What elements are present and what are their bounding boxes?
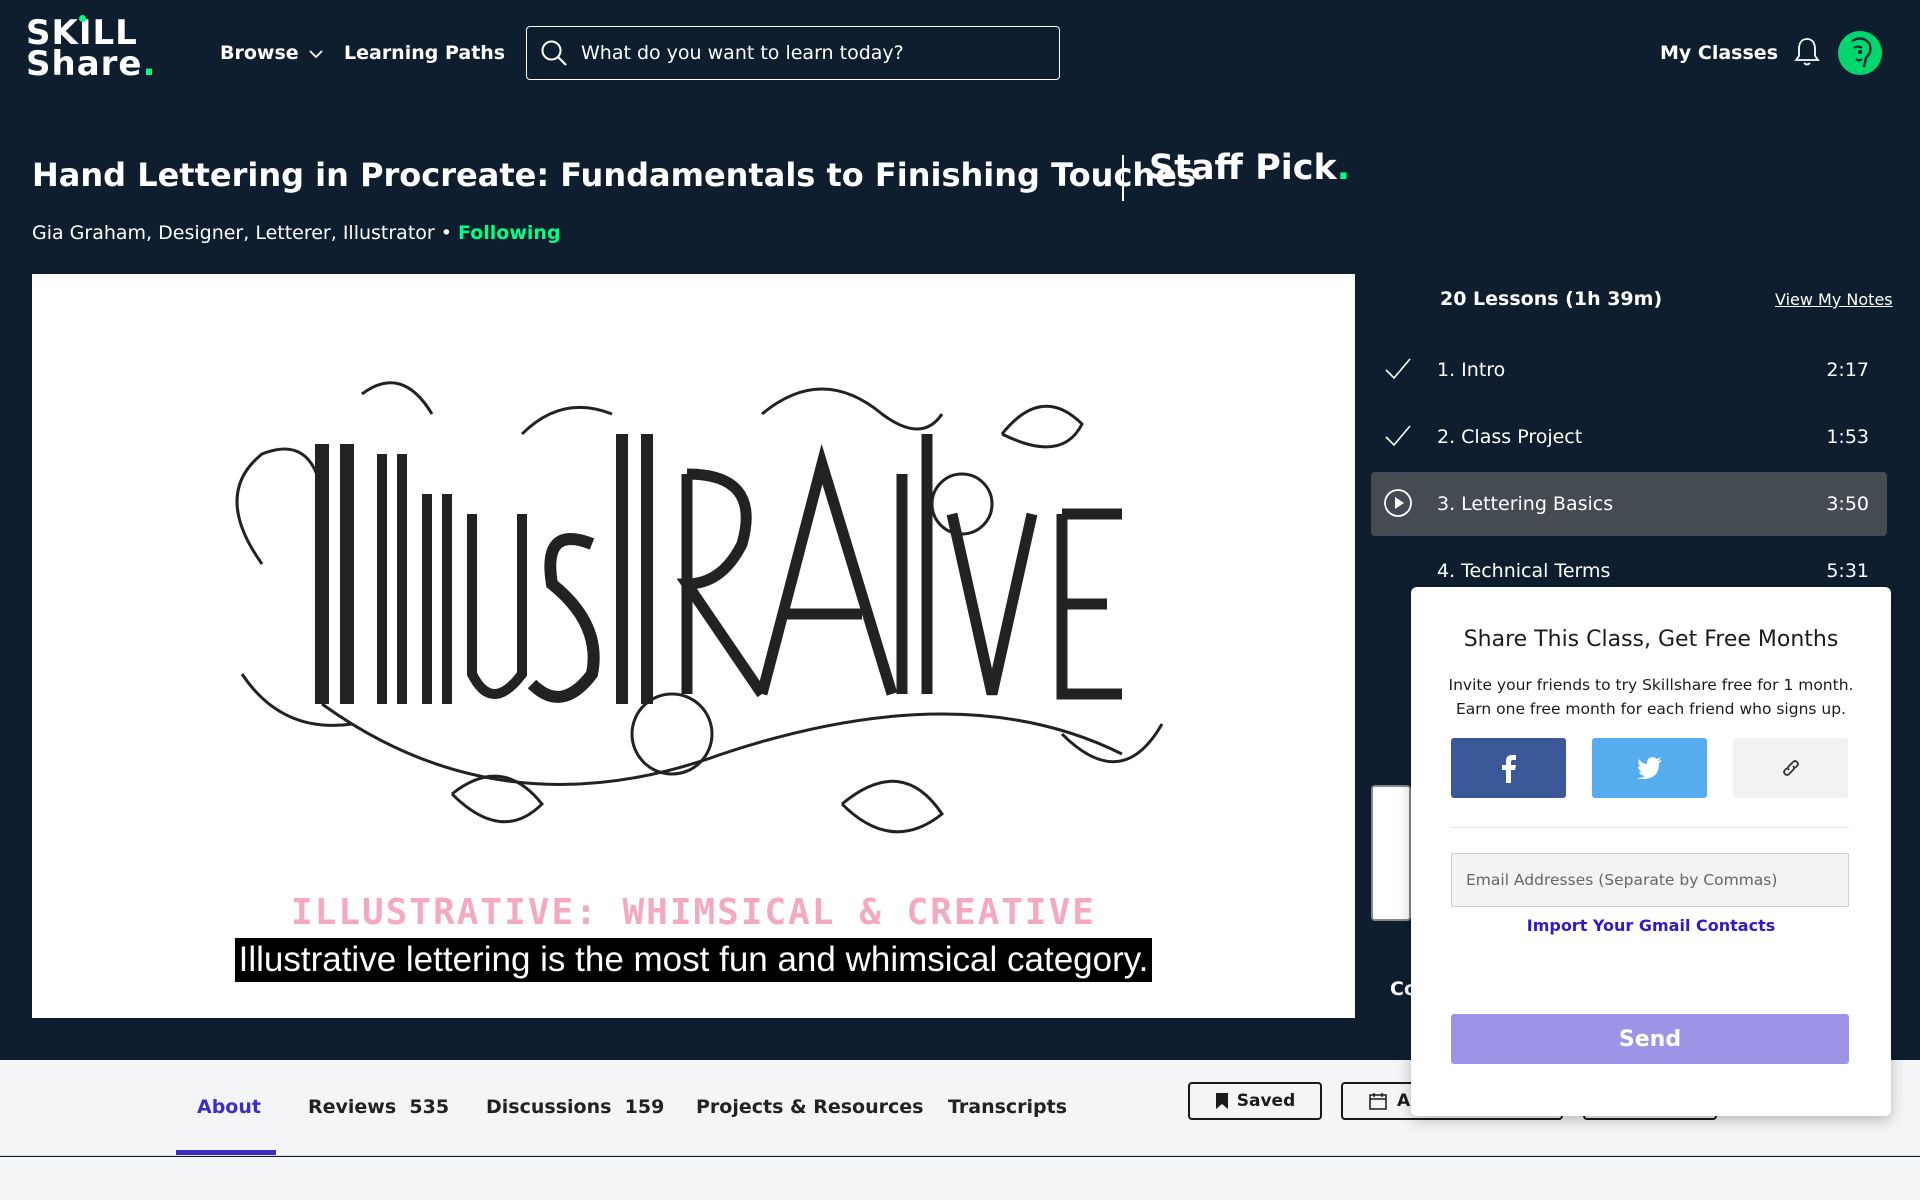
search-bar[interactable]	[526, 26, 1060, 80]
tab-transcripts[interactable]: Transcripts	[948, 1096, 1067, 1118]
my-classes-link[interactable]: My Classes	[1660, 42, 1778, 64]
lesson-duration: 1:53	[1826, 426, 1869, 448]
checkmark-icon	[1385, 425, 1411, 447]
tab-projects-resources[interactable]: Projects & Resources	[696, 1096, 923, 1118]
share-popup-description: Invite your friends to try Skillshare fr…	[1431, 673, 1871, 721]
user-avatar[interactable]	[1838, 31, 1882, 75]
page-content-area	[0, 1157, 1920, 1200]
caption-container: Illustrative lettering is the most fun a…	[32, 938, 1355, 982]
lesson-title: 2. Class Project	[1437, 426, 1583, 448]
discussions-count: 159	[624, 1096, 665, 1118]
share-desc-line-2: Earn one free month for each friend who …	[1456, 700, 1846, 718]
illustrative-lettering-artwork	[235, 381, 1164, 834]
lesson-title: 1. Intro	[1437, 359, 1506, 381]
view-my-notes-link[interactable]: View My Notes	[1775, 290, 1893, 309]
facebook-icon	[1501, 755, 1516, 783]
browse-menu[interactable]: Browse	[220, 42, 323, 64]
video-player[interactable]: ILLUSTRATIVE: WHIMSICAL & CREATIVE Illus…	[32, 274, 1355, 1018]
reviews-count: 535	[409, 1096, 450, 1118]
logo-line-2: Share.	[26, 47, 156, 81]
saved-label: Saved	[1236, 1091, 1296, 1111]
play-circle-icon	[1384, 489, 1412, 517]
lesson-item-lettering-basics[interactable]: 3. Lettering Basics 3:50	[1371, 472, 1887, 536]
logo-accent-dot	[79, 15, 86, 22]
staff-pick-badge: Staff Pick.	[1149, 148, 1350, 188]
tab-discussions-label: Discussions	[486, 1096, 612, 1118]
following-toggle[interactable]: Following	[458, 222, 561, 244]
title-divider	[1122, 155, 1124, 201]
bookmark-icon	[1215, 1093, 1228, 1109]
copy-link-button[interactable]	[1733, 738, 1848, 798]
checkmark-icon	[1385, 358, 1411, 380]
project-thumbnail-peek[interactable]	[1371, 785, 1411, 921]
staff-pick-dot: .	[1336, 148, 1351, 188]
video-caption: Illustrative lettering is the most fun a…	[234, 938, 1153, 982]
search-icon	[541, 40, 567, 66]
lesson-duration: 3:50	[1826, 493, 1869, 515]
email-addresses-input[interactable]	[1451, 853, 1849, 907]
lesson-item-class-project[interactable]: 2. Class Project 1:53	[1371, 405, 1887, 469]
lesson-item-intro[interactable]: 1. Intro 2:17	[1371, 338, 1887, 402]
teacher-byline: Gia Graham, Designer, Letterer, Illustra…	[32, 222, 561, 244]
twitter-icon	[1636, 757, 1662, 779]
logo-line-2-text: Share	[26, 44, 143, 84]
tab-discussions[interactable]: Discussions 159	[486, 1096, 664, 1118]
lesson-duration: 2:17	[1826, 359, 1869, 381]
learning-paths-link[interactable]: Learning Paths	[344, 42, 505, 64]
bell-icon[interactable]	[1794, 36, 1820, 68]
artwork-subtitle: ILLUSTRATIVE: WHIMSICAL & CREATIVE	[291, 892, 1096, 933]
teacher-name[interactable]: Gia Graham, Designer, Letterer, Illustra…	[32, 222, 435, 244]
link-icon	[1782, 760, 1799, 776]
skillshare-logo[interactable]: SKILL Share.	[26, 15, 156, 81]
share-desc-line-1: Invite your friends to try Skillshare fr…	[1448, 676, 1854, 694]
logo-dot: .	[142, 44, 157, 84]
lesson-title: 4. Technical Terms	[1437, 560, 1611, 582]
course-title: Hand Lettering in Procreate: Fundamental…	[32, 156, 1196, 194]
chevron-down-icon	[309, 50, 323, 59]
share-divider	[1451, 827, 1849, 828]
lessons-count-header: 20 Lessons (1h 39m)	[1440, 288, 1663, 310]
tab-reviews-label: Reviews	[308, 1096, 397, 1118]
send-button[interactable]: Send	[1451, 1014, 1849, 1064]
saved-button[interactable]: Saved	[1188, 1082, 1322, 1120]
twitter-share-button[interactable]	[1592, 738, 1707, 798]
share-class-popup: Share This Class, Get Free Months Invite…	[1411, 587, 1891, 1116]
calendar-icon	[1369, 1093, 1387, 1110]
active-tab-indicator	[176, 1150, 276, 1155]
search-input[interactable]	[581, 42, 1051, 64]
facebook-share-button[interactable]	[1451, 738, 1566, 798]
byline-bullet: •	[434, 222, 459, 244]
avatar-face-icon	[1851, 37, 1872, 68]
top-header: SKILL Share. Browse Learning Paths My Cl…	[0, 0, 1920, 106]
add-button-label: A	[1397, 1091, 1411, 1111]
browse-label: Browse	[220, 42, 299, 64]
share-popup-title: Share This Class, Get Free Months	[1463, 627, 1839, 652]
import-gmail-contacts-link[interactable]: Import Your Gmail Contacts	[1411, 916, 1891, 935]
lesson-duration: 5:31	[1826, 560, 1869, 582]
lesson-title: 3. Lettering Basics	[1437, 493, 1614, 515]
tab-reviews[interactable]: Reviews 535	[308, 1096, 449, 1118]
staff-pick-text: Staff Pick	[1149, 148, 1337, 188]
tab-about[interactable]: About	[197, 1096, 261, 1118]
